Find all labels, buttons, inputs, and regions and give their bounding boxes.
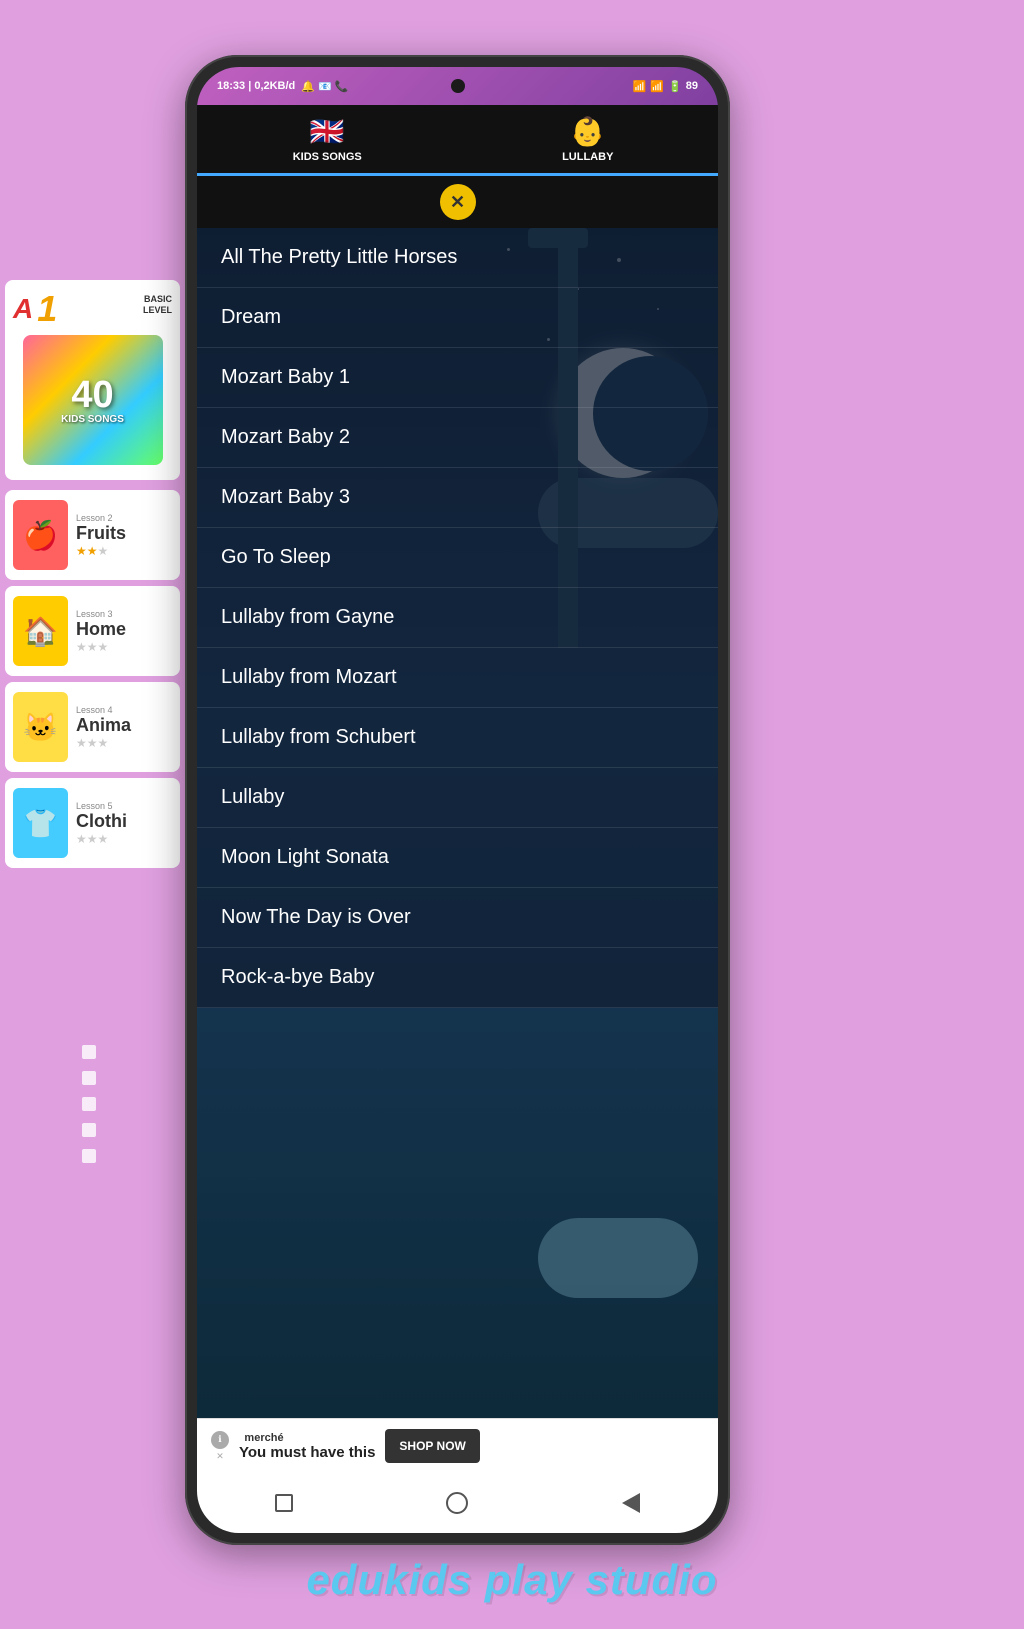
close-indicator-bar: ✕ — [197, 176, 718, 228]
list-item[interactable]: All The Pretty Little Horses — [197, 228, 718, 288]
fruits-info: Lesson 2 Fruits ★★★ — [76, 513, 172, 558]
sidebar: A 1 BASICLEVEL 40 KIDS SONGS 🍎 Lesson 2 … — [0, 280, 185, 874]
a1-letter: A — [13, 293, 33, 325]
list-item[interactable]: Mozart Baby 1 — [197, 348, 718, 408]
level-label: BASICLEVEL — [143, 294, 172, 316]
home-icon: 🏠 — [13, 596, 68, 666]
dot-5 — [82, 1149, 96, 1163]
lesson-3-number: Lesson 3 — [76, 609, 172, 619]
status-left: 18:33 | 0,2KB/d 🔔 📧 📞 — [217, 80, 348, 93]
list-item[interactable]: Lullaby from Schubert — [197, 708, 718, 768]
clothing-icon: 👕 — [13, 788, 68, 858]
cloud-2 — [538, 1218, 698, 1298]
home-info: Lesson 3 Home ★★★ — [76, 609, 172, 654]
back-arrow-icon — [622, 1493, 640, 1513]
wifi-icon: 📶 — [650, 80, 664, 93]
sidebar-item-home[interactable]: 🏠 Lesson 3 Home ★★★ — [5, 586, 180, 676]
status-right: 📶 📶 🔋 89 — [633, 80, 698, 93]
nav-square-button[interactable] — [269, 1488, 299, 1518]
lesson-5-stars: ★★★ — [76, 832, 172, 846]
sidebar-item-clothing[interactable]: 👕 Lesson 5 Clothi ★★★ — [5, 778, 180, 868]
sidebar-item-fruits[interactable]: 🍎 Lesson 2 Fruits ★★★ — [5, 490, 180, 580]
square-icon — [275, 1494, 293, 1512]
status-time: 18:33 | 0,2KB/d — [217, 80, 295, 92]
lesson-2-name: Fruits — [76, 523, 172, 544]
sidebar-top-card[interactable]: A 1 BASICLEVEL 40 KIDS SONGS — [5, 280, 180, 480]
animals-icon: 🐱 — [13, 692, 68, 762]
battery-icon: 🔋 — [668, 80, 682, 93]
lesson-4-name: Anima — [76, 715, 172, 736]
branding-label: edukids play studio — [0, 1556, 1024, 1604]
list-item[interactable]: Rock-a-bye Baby — [197, 948, 718, 1008]
kids-songs-emoji: 🇬🇧 — [310, 115, 345, 148]
song-list-container: All The Pretty Little Horses Dream Mozar… — [197, 228, 718, 1418]
list-item[interactable]: Lullaby from Gayne — [197, 588, 718, 648]
lesson-4-number: Lesson 4 — [76, 705, 172, 715]
forty-kids-songs-card: 40 KIDS SONGS — [23, 335, 163, 465]
signal-icon: 📶 — [633, 80, 647, 93]
shop-now-button[interactable]: SHOP NOW — [385, 1429, 479, 1463]
pagination-dots — [82, 1045, 96, 1163]
lesson-3-name: Home — [76, 619, 172, 640]
ad-close-icon[interactable]: ✕ — [216, 1451, 224, 1462]
tab-lullaby[interactable]: 👶 LULLABY — [458, 105, 719, 176]
fruits-icon: 🍎 — [13, 500, 68, 570]
tab-kids-songs[interactable]: 🇬🇧 KIDS SONGS — [197, 105, 458, 173]
circle-icon — [446, 1492, 468, 1514]
dot-4 — [82, 1123, 96, 1137]
a1-badge: A 1 — [13, 288, 57, 330]
status-icons: 🔔 📧 📞 — [301, 80, 348, 93]
lesson-4-stars: ★★★ — [76, 736, 172, 750]
list-item[interactable]: Now The Day is Over — [197, 888, 718, 948]
screen-content: 18:33 | 0,2KB/d 🔔 📧 📞 📶 📶 🔋 89 🇬🇧 KIDS S… — [197, 67, 718, 1533]
forty-number: 40 — [61, 376, 124, 414]
lesson-3-stars: ★★★ — [76, 640, 172, 654]
nav-home-button[interactable] — [442, 1488, 472, 1518]
kids-songs-tab-label: KIDS SONGS — [293, 151, 362, 163]
animals-info: Lesson 4 Anima ★★★ — [76, 705, 172, 750]
camera-notch — [451, 79, 465, 93]
ad-info-icon: ℹ — [211, 1431, 229, 1449]
a1-number: 1 — [37, 288, 57, 330]
clothing-info: Lesson 5 Clothi ★★★ — [76, 801, 172, 846]
nav-back-button[interactable] — [616, 1488, 646, 1518]
list-item[interactable]: Lullaby — [197, 768, 718, 828]
ad-text: You must have this — [239, 1444, 375, 1461]
song-list: All The Pretty Little Horses Dream Mozar… — [197, 228, 718, 1008]
ad-brand-logo: merché — [239, 1432, 289, 1444]
close-button[interactable]: ✕ — [440, 184, 476, 220]
dot-3 — [82, 1097, 96, 1111]
list-item[interactable]: Lullaby from Mozart — [197, 648, 718, 708]
list-item[interactable]: Go To Sleep — [197, 528, 718, 588]
battery-level: 89 — [686, 80, 698, 92]
lesson-5-number: Lesson 5 — [76, 801, 172, 811]
lesson-2-stars: ★★★ — [76, 544, 172, 558]
list-item[interactable]: Moon Light Sonata — [197, 828, 718, 888]
list-item[interactable]: Dream — [197, 288, 718, 348]
sidebar-item-animals[interactable]: 🐱 Lesson 4 Anima ★★★ — [5, 682, 180, 772]
lullaby-emoji: 👶 — [570, 115, 605, 148]
tab-bar: 🇬🇧 KIDS SONGS 👶 LULLABY — [197, 105, 718, 176]
dot-2 — [82, 1071, 96, 1085]
lullaby-tab-label: LULLABY — [562, 151, 613, 163]
list-item[interactable]: Mozart Baby 3 — [197, 468, 718, 528]
phone-frame: 18:33 | 0,2KB/d 🔔 📧 📞 📶 📶 🔋 89 🇬🇧 KIDS S… — [185, 55, 730, 1545]
dot-1 — [82, 1045, 96, 1059]
nav-bar — [197, 1473, 718, 1533]
kids-songs-subtitle: KIDS SONGS — [61, 414, 124, 425]
ad-banner: ℹ ✕ merché You must have this SHOP NOW — [197, 1418, 718, 1473]
lesson-2-number: Lesson 2 — [76, 513, 172, 523]
list-item[interactable]: Mozart Baby 2 — [197, 408, 718, 468]
lesson-5-name: Clothi — [76, 811, 172, 832]
phone-screen: 18:33 | 0,2KB/d 🔔 📧 📞 📶 📶 🔋 89 🇬🇧 KIDS S… — [197, 67, 718, 1533]
